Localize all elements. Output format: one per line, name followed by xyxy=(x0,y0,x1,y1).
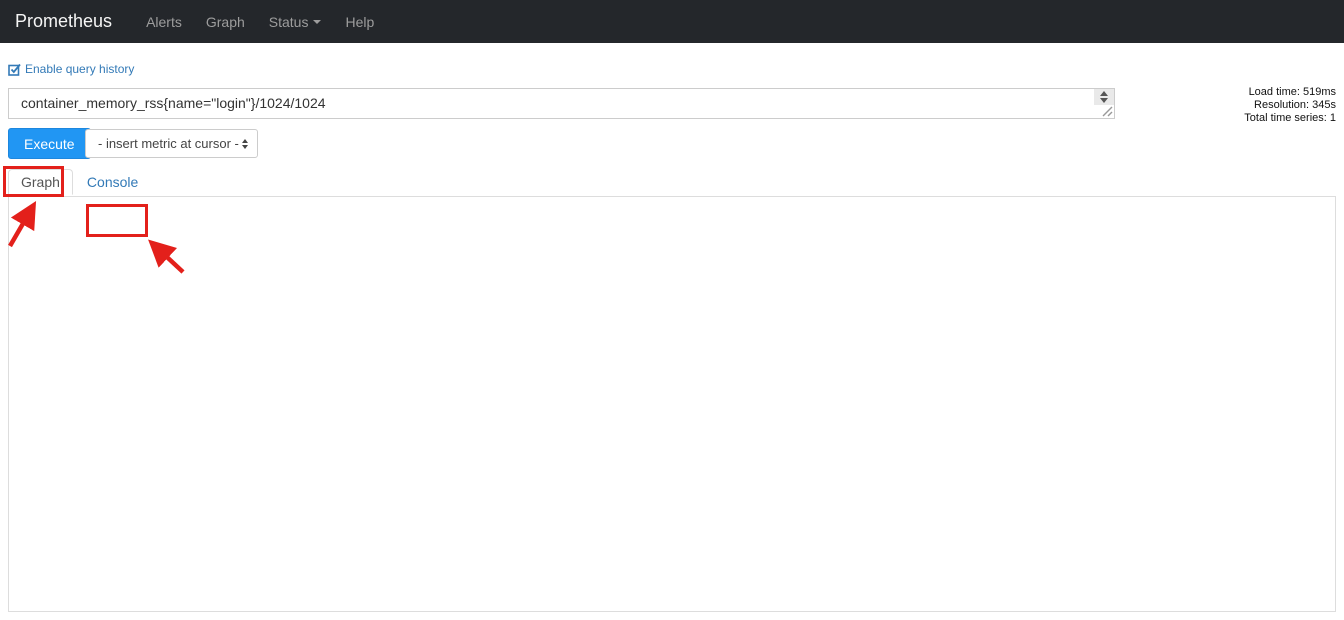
prometheus-app: Prometheus Alerts Graph Status Help Enab… xyxy=(0,0,1344,620)
tab-graph[interactable]: Graph xyxy=(8,169,73,195)
query-stats: Load time: 519ms Resolution: 345s Total … xyxy=(1244,86,1336,125)
query-input-spinner[interactable] xyxy=(1094,89,1114,105)
brand-prometheus[interactable]: Prometheus xyxy=(15,11,112,32)
spinner-up-icon xyxy=(1100,91,1108,96)
select-updown-icon xyxy=(242,139,248,149)
nav-item-alerts[interactable]: Alerts xyxy=(134,14,194,30)
chevron-down-icon xyxy=(313,20,321,24)
stat-total-series: Total time series: 1 xyxy=(1244,112,1336,125)
nav-item-help[interactable]: Help xyxy=(333,14,386,30)
insert-metric-select-value: - insert metric at cursor - xyxy=(98,136,239,151)
enable-query-history-link[interactable]: Enable query history xyxy=(8,62,134,76)
execute-button[interactable]: Execute xyxy=(8,128,91,159)
nav-item-graph[interactable]: Graph xyxy=(194,14,257,30)
query-input-wrap: container_memory_rss{name="login"}/1024/… xyxy=(8,88,1115,119)
stat-resolution: Resolution: 345s xyxy=(1244,99,1336,112)
edit-check-icon xyxy=(8,63,21,76)
spinner-down-icon xyxy=(1100,98,1108,103)
nav-item-status[interactable]: Status xyxy=(257,14,334,30)
nav-links: Alerts Graph Status Help xyxy=(134,14,386,30)
query-expression-input[interactable]: container_memory_rss{name="login"}/1024/… xyxy=(8,88,1115,119)
result-tabs: Graph Console xyxy=(8,169,152,195)
stat-load-time: Load time: 519ms xyxy=(1244,86,1336,99)
top-navbar: Prometheus Alerts Graph Status Help xyxy=(0,0,1344,43)
resize-grip-icon[interactable] xyxy=(1100,104,1113,117)
graph-panel xyxy=(8,196,1336,612)
insert-metric-select[interactable]: - insert metric at cursor - xyxy=(85,129,258,158)
tab-console[interactable]: Console xyxy=(73,169,152,195)
